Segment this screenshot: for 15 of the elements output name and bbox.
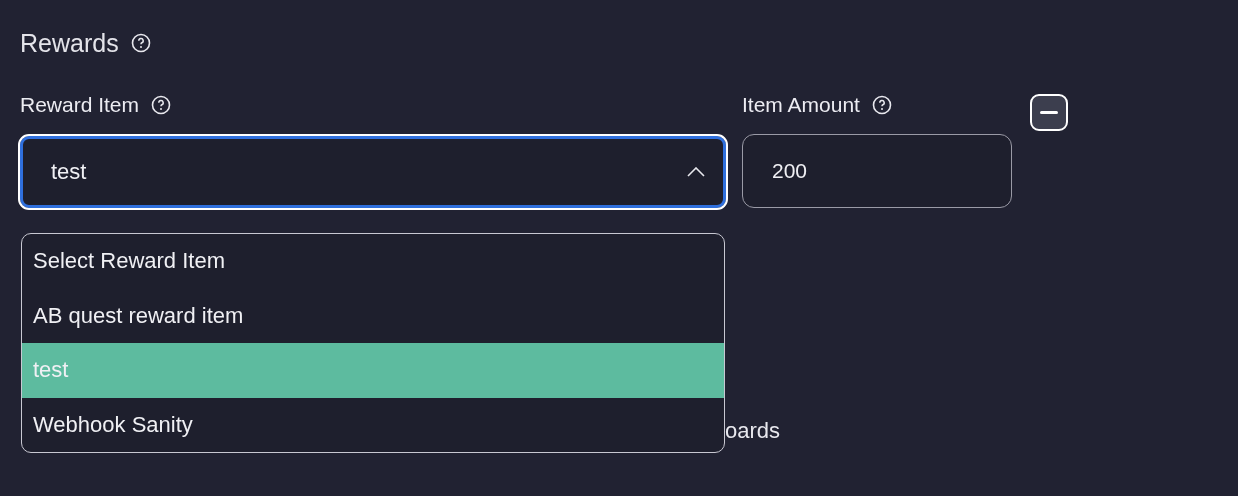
field-label: Reward Item: [20, 93, 140, 117]
help-icon[interactable]: [151, 95, 172, 115]
remove-button[interactable]: [1030, 94, 1068, 131]
label-text: oards: [725, 418, 781, 444]
chevron-icon: [687, 167, 705, 177]
item-amount-field[interactable]: 200: [742, 134, 1012, 208]
reward-item-select[interactable]: test: [20, 136, 726, 208]
minus-icon: [1040, 111, 1058, 114]
field-label: Item Amount: [742, 93, 860, 117]
help-icon[interactable]: [130, 33, 151, 53]
section-title: Rewards: [20, 28, 119, 58]
help-icon[interactable]: [871, 95, 892, 115]
dropdown-option[interactable]: Webhook Sanity: [22, 397, 724, 452]
dropdown-option[interactable]: AB quest reward item: [22, 288, 724, 343]
dropdown-option[interactable]: Select Reward Item: [22, 234, 724, 289]
